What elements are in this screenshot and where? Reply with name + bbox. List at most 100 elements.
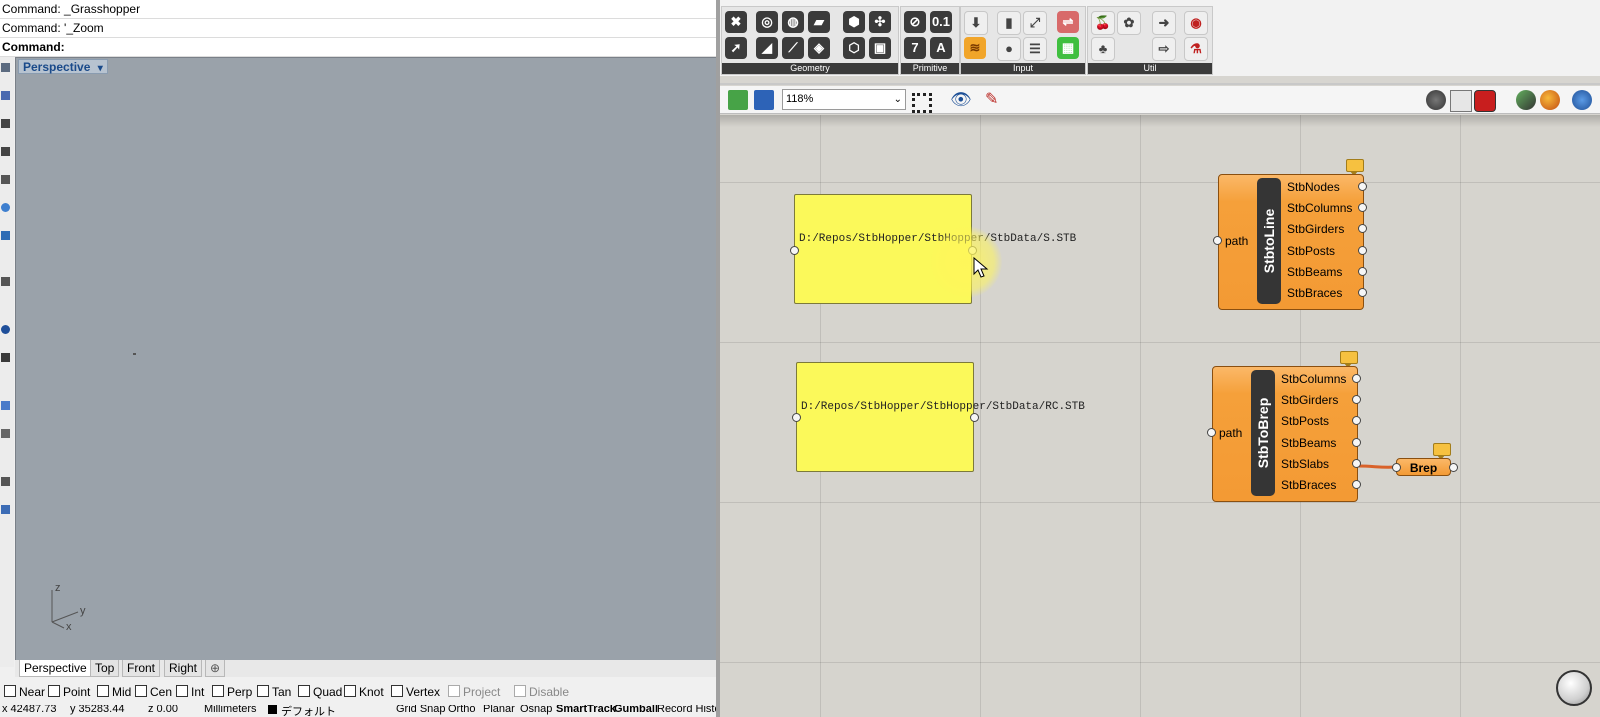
output-label: StbPosts (1281, 414, 1330, 428)
brep-input-grip[interactable] (1392, 463, 1401, 472)
osnap-mid[interactable]: Mid (97, 685, 131, 699)
brep-output-grip[interactable] (1449, 463, 1458, 472)
toggle-grid-snap[interactable]: Grid Snap (396, 705, 446, 715)
output-grip[interactable] (1358, 224, 1367, 233)
status-units[interactable]: Millimeters (204, 705, 257, 715)
mesh-tool-icon[interactable] (1, 353, 10, 362)
surface-tool-icon[interactable] (1, 231, 10, 240)
tab-perspective[interactable]: Perspective (19, 660, 92, 677)
output-grip[interactable] (1358, 246, 1367, 255)
status-x-coord: x 42487.73 (2, 705, 57, 715)
output-grip[interactable] (1352, 459, 1361, 468)
checkbox[interactable] (298, 685, 310, 697)
viewport-title-label: Perspective (23, 60, 91, 74)
checkbox[interactable] (135, 685, 147, 697)
sphere-tool-icon[interactable] (1, 203, 10, 212)
osnap-point[interactable]: Point (48, 685, 90, 699)
extrude-tool-icon[interactable] (1, 277, 10, 286)
input-grip-path[interactable] (1213, 236, 1222, 245)
checkbox[interactable] (48, 685, 60, 697)
dimension-tool-icon[interactable] (1, 477, 10, 486)
toggle-record-history[interactable]: Record History (657, 705, 718, 715)
toggle-gumball[interactable]: Gumball (614, 705, 658, 715)
message-badge-icon (1433, 443, 1451, 460)
output-grip[interactable] (1352, 480, 1361, 489)
canvas-navigation-icon[interactable] (1556, 670, 1592, 706)
toggle-smarttrack[interactable]: SmartTrack (556, 705, 616, 715)
brep-param[interactable]: Brep (1396, 458, 1451, 476)
analyze-tool-icon[interactable] (1, 505, 10, 514)
osnap-bar: Near Point Mid Cen Int Perp Tan Quad Kno… (0, 683, 718, 701)
panel-input-grip[interactable] (792, 413, 801, 422)
perspective-viewport[interactable]: Perspective ▾ z y x (15, 57, 718, 661)
component-stbtobrep[interactable]: path StbToBrep StbColumns StbGirders Stb… (1212, 366, 1358, 502)
array-tool-icon[interactable] (1, 429, 10, 438)
output-label: StbGirders (1287, 222, 1345, 236)
input-label-path: path (1225, 234, 1249, 248)
arc-tool-icon[interactable] (1, 175, 10, 184)
select-tool-icon[interactable] (1, 63, 10, 72)
output-label: StbGirders (1281, 393, 1339, 407)
command-history-line-2: Command: '_Zoom (0, 19, 718, 38)
panel-input-grip[interactable] (790, 246, 799, 255)
osnap-perp[interactable]: Perp (212, 685, 252, 699)
osnap-cen[interactable]: Cen (135, 685, 172, 699)
grasshopper-window: ✖ ➚ ◎ ◢ ◍ ⟋ ▰ ◈ ⬢ ⬡ ✣ ▣ Geometry ⊘ 7 0.1… (720, 0, 1600, 717)
osnap-disable[interactable]: Disable (514, 685, 569, 699)
output-grip[interactable] (1352, 395, 1361, 404)
wire-slabs-to-brep[interactable] (1357, 464, 1397, 469)
text-panel-rc-stb[interactable]: D:/Repos/StbHopper/StbHopper/StbData/RC.… (796, 362, 1085, 472)
message-badge-icon (1346, 159, 1364, 176)
output-grip[interactable] (1358, 267, 1367, 276)
checkbox[interactable] (344, 685, 356, 697)
add-tab-icon[interactable]: ⊕ (205, 660, 226, 677)
viewport-title[interactable]: Perspective ▾ (18, 59, 108, 74)
osnap-quad[interactable]: Quad (298, 685, 342, 699)
osnap-knot[interactable]: Knot (344, 685, 384, 699)
rhino-window: Command: _Grasshopper Command: '_Zoom Co… (0, 0, 718, 717)
output-grip[interactable] (1352, 416, 1361, 425)
checkbox[interactable] (257, 685, 269, 697)
input-grip-path[interactable] (1207, 428, 1216, 437)
transform-tool-icon[interactable] (1, 401, 10, 410)
solid-tool-icon[interactable] (1, 325, 10, 334)
osnap-project[interactable]: Project (448, 685, 500, 699)
output-label: StbBeams (1281, 436, 1337, 450)
checkbox[interactable] (176, 685, 188, 697)
checkbox[interactable] (97, 685, 109, 697)
tab-front[interactable]: Front (122, 660, 161, 677)
output-grip[interactable] (1358, 203, 1367, 212)
left-toolbar (0, 57, 14, 667)
output-grip[interactable] (1352, 438, 1361, 447)
point-tool-icon[interactable] (1, 91, 10, 100)
output-label: StbColumns (1281, 372, 1347, 386)
osnap-tan[interactable]: Tan (257, 685, 291, 699)
status-z-coord: z 0.00 (148, 705, 178, 715)
panel-output-grip[interactable] (970, 413, 979, 422)
checkbox[interactable] (448, 685, 460, 697)
checkbox[interactable] (514, 685, 526, 697)
output-grip[interactable] (1358, 288, 1367, 297)
command-prompt[interactable]: Command: (0, 38, 718, 57)
viewport-menu-icon[interactable]: ▾ (98, 63, 103, 74)
polyline-tool-icon[interactable] (1, 147, 10, 156)
curve-tool-icon[interactable] (1, 119, 10, 128)
status-layer[interactable]: デフォルト (281, 705, 336, 717)
toggle-planar[interactable]: Planar (483, 705, 515, 715)
checkbox[interactable] (4, 685, 16, 697)
toggle-osnap[interactable]: Osnap (520, 705, 552, 715)
tab-right[interactable]: Right (164, 660, 203, 677)
osnap-int[interactable]: Int (176, 685, 204, 699)
axis-z-label: z (55, 582, 61, 594)
output-label: StbColumns (1287, 201, 1353, 215)
osnap-near[interactable]: Near (4, 685, 45, 699)
output-grip[interactable] (1358, 182, 1367, 191)
tab-top[interactable]: Top (90, 660, 120, 677)
osnap-vertex[interactable]: Vertex (391, 685, 440, 699)
status-bar: x 42487.73 y 35283.44 z 0.00 Millimeters… (0, 705, 718, 717)
component-stbtoline[interactable]: path StbtoLine StbNodes StbColumns StbGi… (1218, 174, 1364, 310)
checkbox[interactable] (212, 685, 224, 697)
toggle-ortho[interactable]: Ortho (448, 705, 476, 715)
output-grip[interactable] (1352, 374, 1361, 383)
checkbox[interactable] (391, 685, 403, 697)
